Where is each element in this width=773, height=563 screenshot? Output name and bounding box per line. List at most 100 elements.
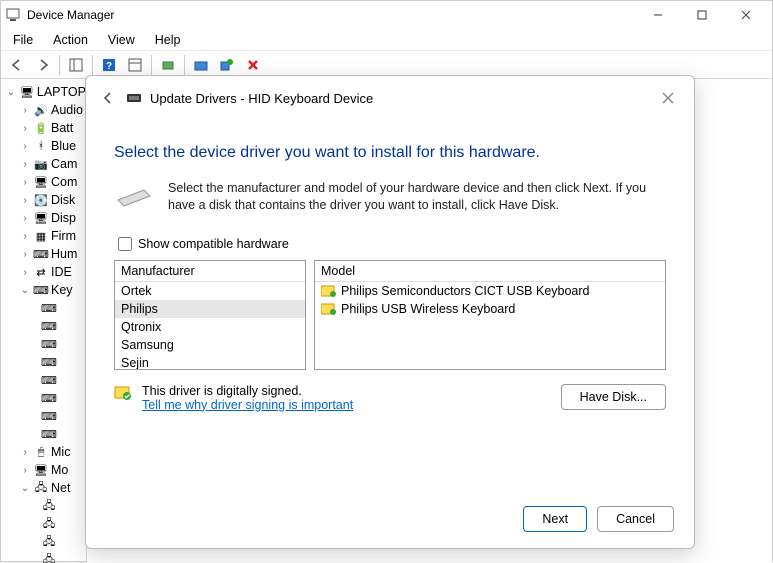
signed-model-icon [321,285,337,297]
tree-child-item[interactable]: ⌨ [1,407,86,425]
dialog-back-button[interactable] [96,86,120,110]
tree-root[interactable]: ⌄ 🖥 LAPTOP [1,83,86,101]
manufacturer-item[interactable]: Sejin [115,354,305,370]
tree-child-item[interactable]: ⌨ [1,299,86,317]
menu-file[interactable]: File [3,31,43,49]
expand-icon[interactable]: ⌄ [19,483,31,494]
expand-icon[interactable]: › [19,213,31,224]
titlebar: Device Manager [1,1,772,29]
tree-child-item[interactable]: ⌨ [1,425,86,443]
tree-child-item[interactable]: 🖧 [1,551,86,563]
expand-icon[interactable]: › [19,249,31,260]
bluetooth-icon: ᚼ [33,138,49,154]
network-icon: 🖧 [41,516,57,532]
minimize-button[interactable] [636,1,680,29]
disable-device-button[interactable] [241,54,265,76]
show-hide-console-tree-button[interactable] [64,54,88,76]
device-manager-window: Device Manager File Action View Help ? ⌄… [0,0,773,562]
manufacturer-header: Manufacturer [115,261,305,282]
device-tree[interactable]: ⌄ 🖥 LAPTOP ›🔊Audio›🔋Batt›ᚼBlue›📷Cam›🖥Com… [1,79,87,563]
tree-node-net[interactable]: ⌄🖧Net [1,479,86,497]
tree-node-audio[interactable]: ›🔊Audio [1,101,86,119]
tree-node-blue[interactable]: ›ᚼBlue [1,137,86,155]
expand-icon[interactable]: › [19,447,31,458]
scan-hardware-button[interactable] [156,54,180,76]
expand-icon[interactable]: › [19,105,31,116]
keyboard-icon: ⌨ [41,390,57,406]
update-drivers-dialog: Update Drivers - HID Keyboard Device Sel… [85,75,695,549]
expand-icon[interactable]: › [19,159,31,170]
model-item[interactable]: Philips Semiconductors CICT USB Keyboard [315,282,665,300]
keyboard-icon: ⌨ [41,372,57,388]
expand-icon[interactable]: › [19,195,31,206]
tree-node-label: Firm [51,229,76,243]
model-header: Model [315,261,665,282]
tree-node-batt[interactable]: ›🔋Batt [1,119,86,137]
network-icon: 🖧 [33,480,49,496]
forward-button[interactable] [31,54,55,76]
menu-help[interactable]: Help [145,31,191,49]
tree-node-label: Net [51,481,70,495]
tree-child-item[interactable]: ⌨ [1,371,86,389]
tree-node-label: Cam [51,157,77,171]
keyboard-icon: ⌨ [33,282,49,298]
tree-node-hum[interactable]: ›⌨Hum [1,245,86,263]
expand-icon[interactable]: › [19,231,31,242]
camera-icon: 📷 [33,156,49,172]
tree-child-item[interactable]: ⌨ [1,389,86,407]
update-driver-button[interactable] [189,54,213,76]
tree-child-item[interactable]: 🖧 [1,515,86,533]
help-button[interactable]: ? [97,54,121,76]
tree-child-item[interactable]: 🖧 [1,533,86,551]
keyboard-icon: ⌨ [41,318,57,334]
expand-icon[interactable]: › [19,177,31,188]
model-item[interactable]: Philips USB Wireless Keyboard [315,300,665,318]
keyboard-icon: ⌨ [41,426,57,442]
display-icon: 🖥 [33,210,49,226]
collapse-icon[interactable]: ⌄ [5,87,17,98]
tree-child-item[interactable]: ⌨ [1,317,86,335]
tree-node-key[interactable]: ⌄⌨Key [1,281,86,299]
manufacturer-item[interactable]: Samsung [115,336,305,354]
tree-child-item[interactable]: ⌨ [1,335,86,353]
tree-node-disk[interactable]: ›💽Disk [1,191,86,209]
audio-icon: 🔊 [33,102,49,118]
menu-view[interactable]: View [98,31,145,49]
dialog-close-button[interactable] [652,82,684,114]
tree-node-com[interactable]: ›🖥Com [1,173,86,191]
expand-icon[interactable]: › [19,267,31,278]
tree-node-firm[interactable]: ›▦Firm [1,227,86,245]
show-compatible-label: Show compatible hardware [138,237,289,251]
monitor-icon: 🖥 [33,174,49,190]
device-class-icon [114,182,154,210]
model-list[interactable]: Model Philips Semiconductors CICT USB Ke… [314,260,666,370]
manufacturer-item[interactable]: Ortek [115,282,305,300]
manufacturer-item[interactable]: Qtronix [115,318,305,336]
tree-node-label: Disk [51,193,75,207]
tree-child-item[interactable]: 🖧 [1,497,86,515]
tree-node-mic[interactable]: ›🖱Mic [1,443,86,461]
expand-icon[interactable]: › [19,141,31,152]
tree-node-label: Key [51,283,73,297]
next-button[interactable]: Next [523,506,587,532]
tree-node-ide[interactable]: ›⇄IDE [1,263,86,281]
expand-icon[interactable]: › [19,465,31,476]
close-button[interactable] [724,1,768,29]
properties-button[interactable] [123,54,147,76]
have-disk-button[interactable]: Have Disk... [561,384,666,410]
uninstall-device-button[interactable] [215,54,239,76]
expand-icon[interactable]: › [19,123,31,134]
tree-node-mo[interactable]: ›🖥Mo [1,461,86,479]
manufacturer-list[interactable]: Manufacturer OrtekPhilipsQtronixSamsungS… [114,260,306,370]
tree-node-disp[interactable]: ›🖥Disp [1,209,86,227]
back-button[interactable] [5,54,29,76]
tree-child-item[interactable]: ⌨ [1,353,86,371]
show-compatible-checkbox[interactable] [118,237,132,251]
signing-info-link[interactable]: Tell me why driver signing is important [142,398,353,412]
cancel-button[interactable]: Cancel [597,506,674,532]
maximize-button[interactable] [680,1,724,29]
expand-icon[interactable]: ⌄ [19,285,31,296]
manufacturer-item[interactable]: Philips [115,300,305,318]
menu-action[interactable]: Action [43,31,98,49]
tree-node-cam[interactable]: ›📷Cam [1,155,86,173]
